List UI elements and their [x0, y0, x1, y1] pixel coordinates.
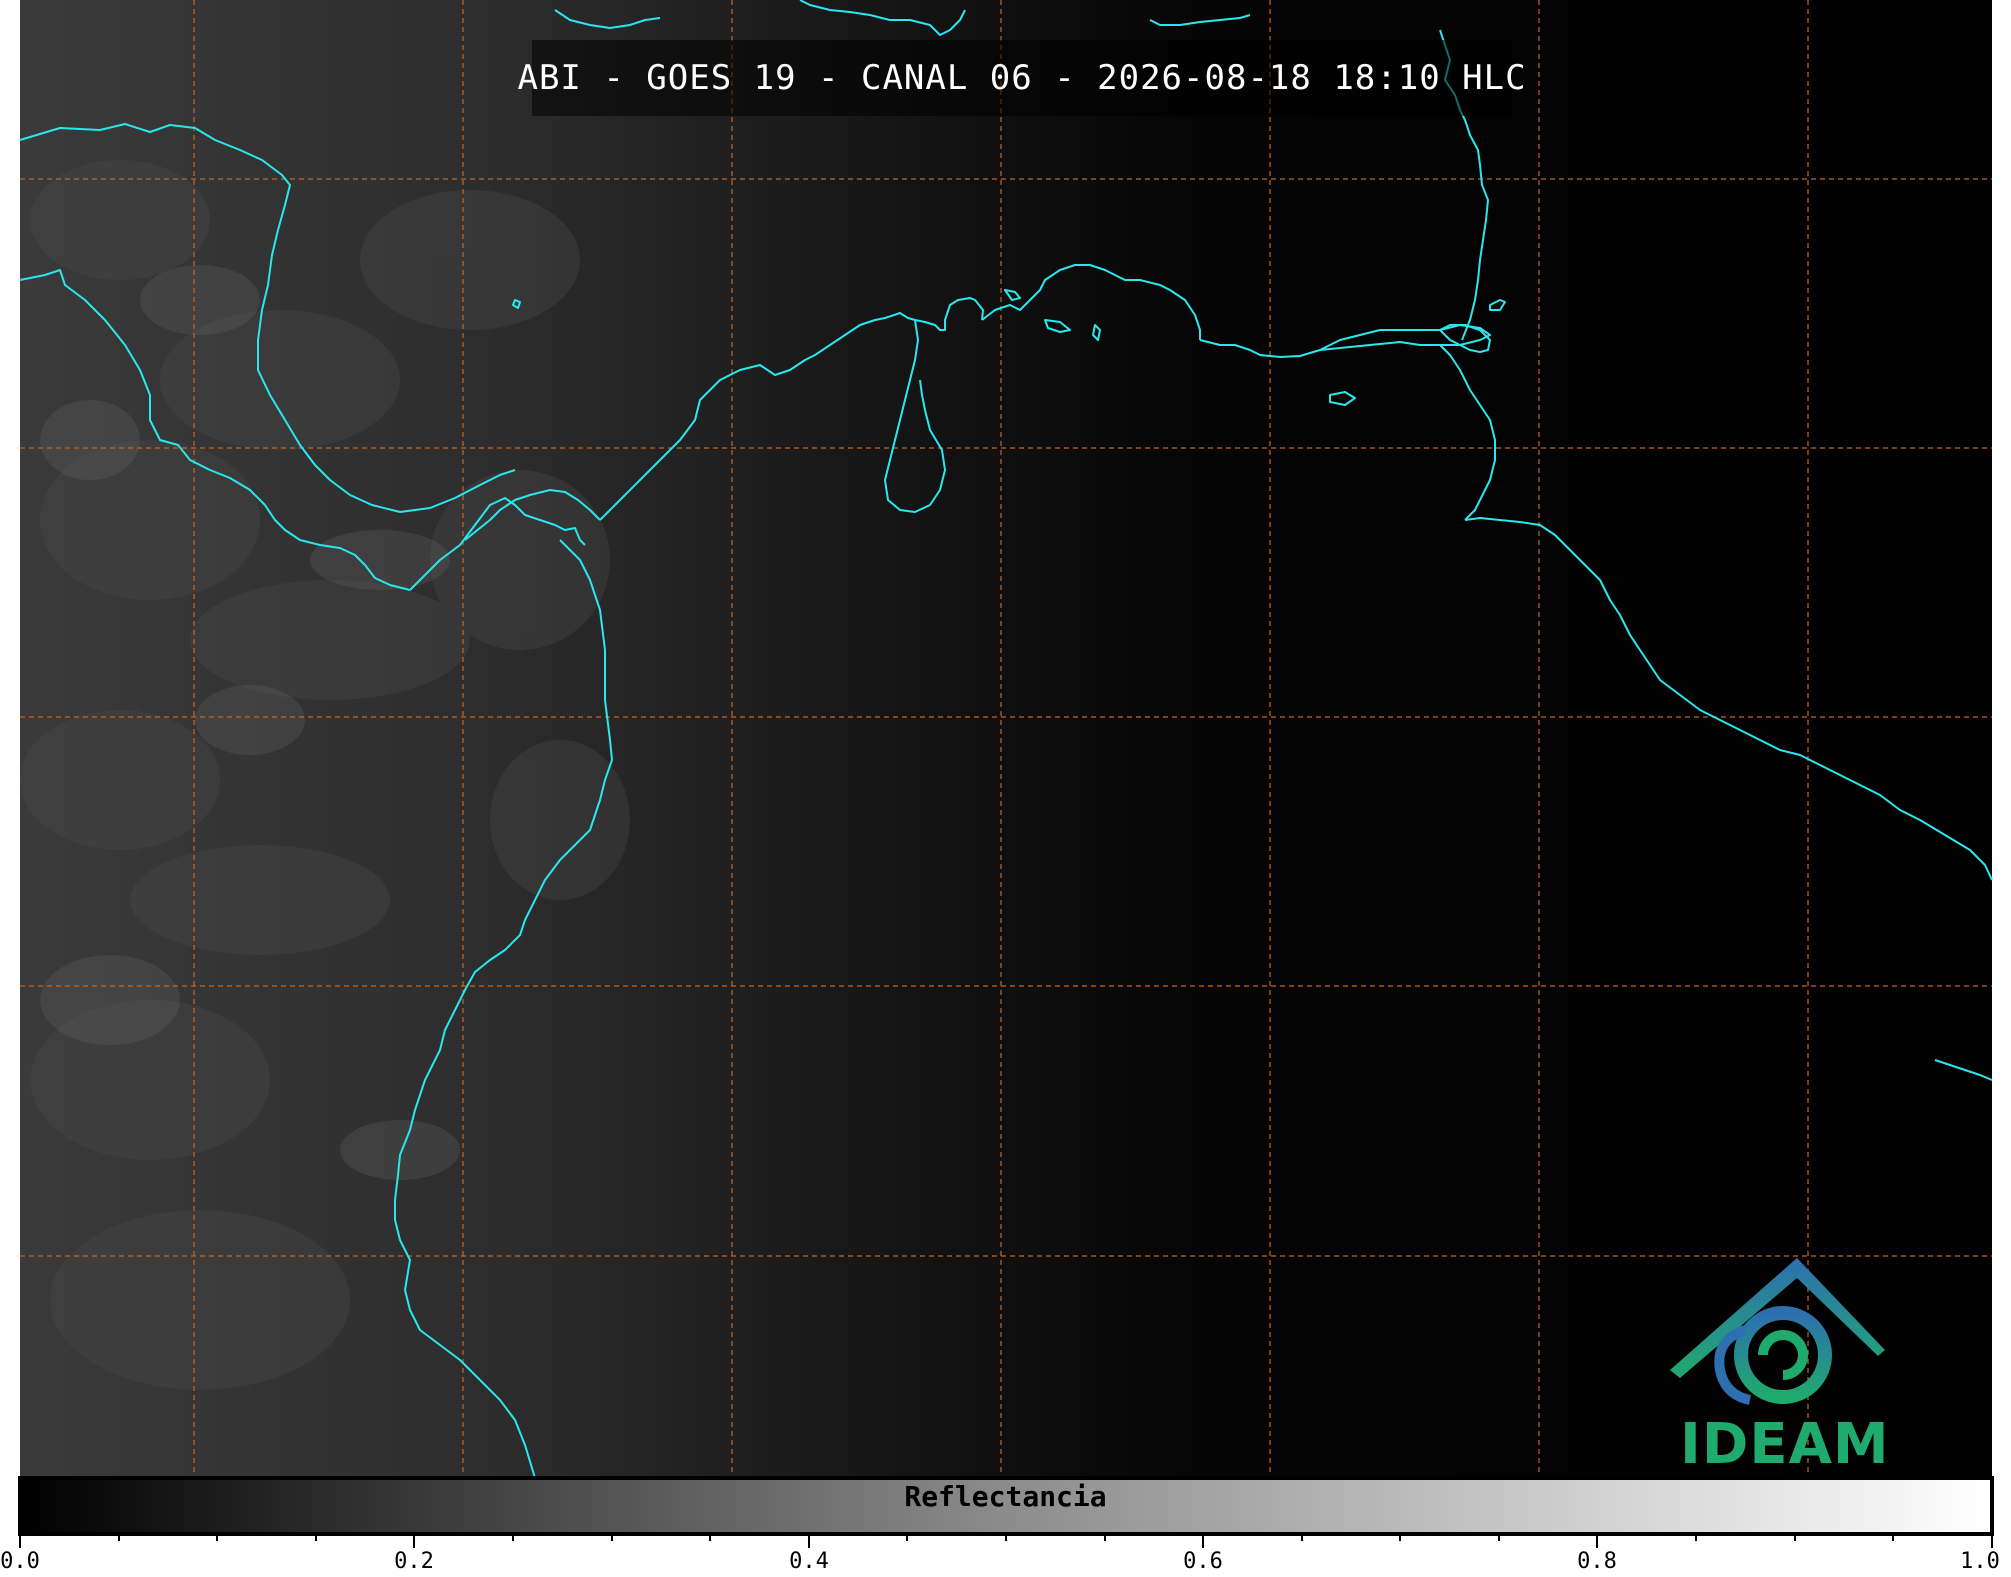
colorbar-tick-label: 0.2 [394, 1549, 434, 1574]
colorbar [18, 1476, 1994, 1536]
colorbar-tick-label: 0.6 [1183, 1549, 1223, 1574]
satellite-map [18, 0, 1994, 1548]
colorbar-tick-label: 1.0 [1960, 1549, 2000, 1574]
ideam-logo-text: IDEAM [1680, 1412, 1890, 1477]
colorbar-tick-label: 0.0 [0, 1549, 40, 1574]
map-title: ABI - GOES 19 - CANAL 06 - 2026-08-18 18… [517, 58, 1527, 98]
colorbar-tick-label: 0.8 [1577, 1549, 1617, 1574]
colorbar-tick-label: 0.4 [789, 1549, 829, 1574]
title-box: ABI - GOES 19 - CANAL 06 - 2026-08-18 18… [517, 40, 1526, 116]
colorbar-ticks [19, 1534, 1993, 1548]
